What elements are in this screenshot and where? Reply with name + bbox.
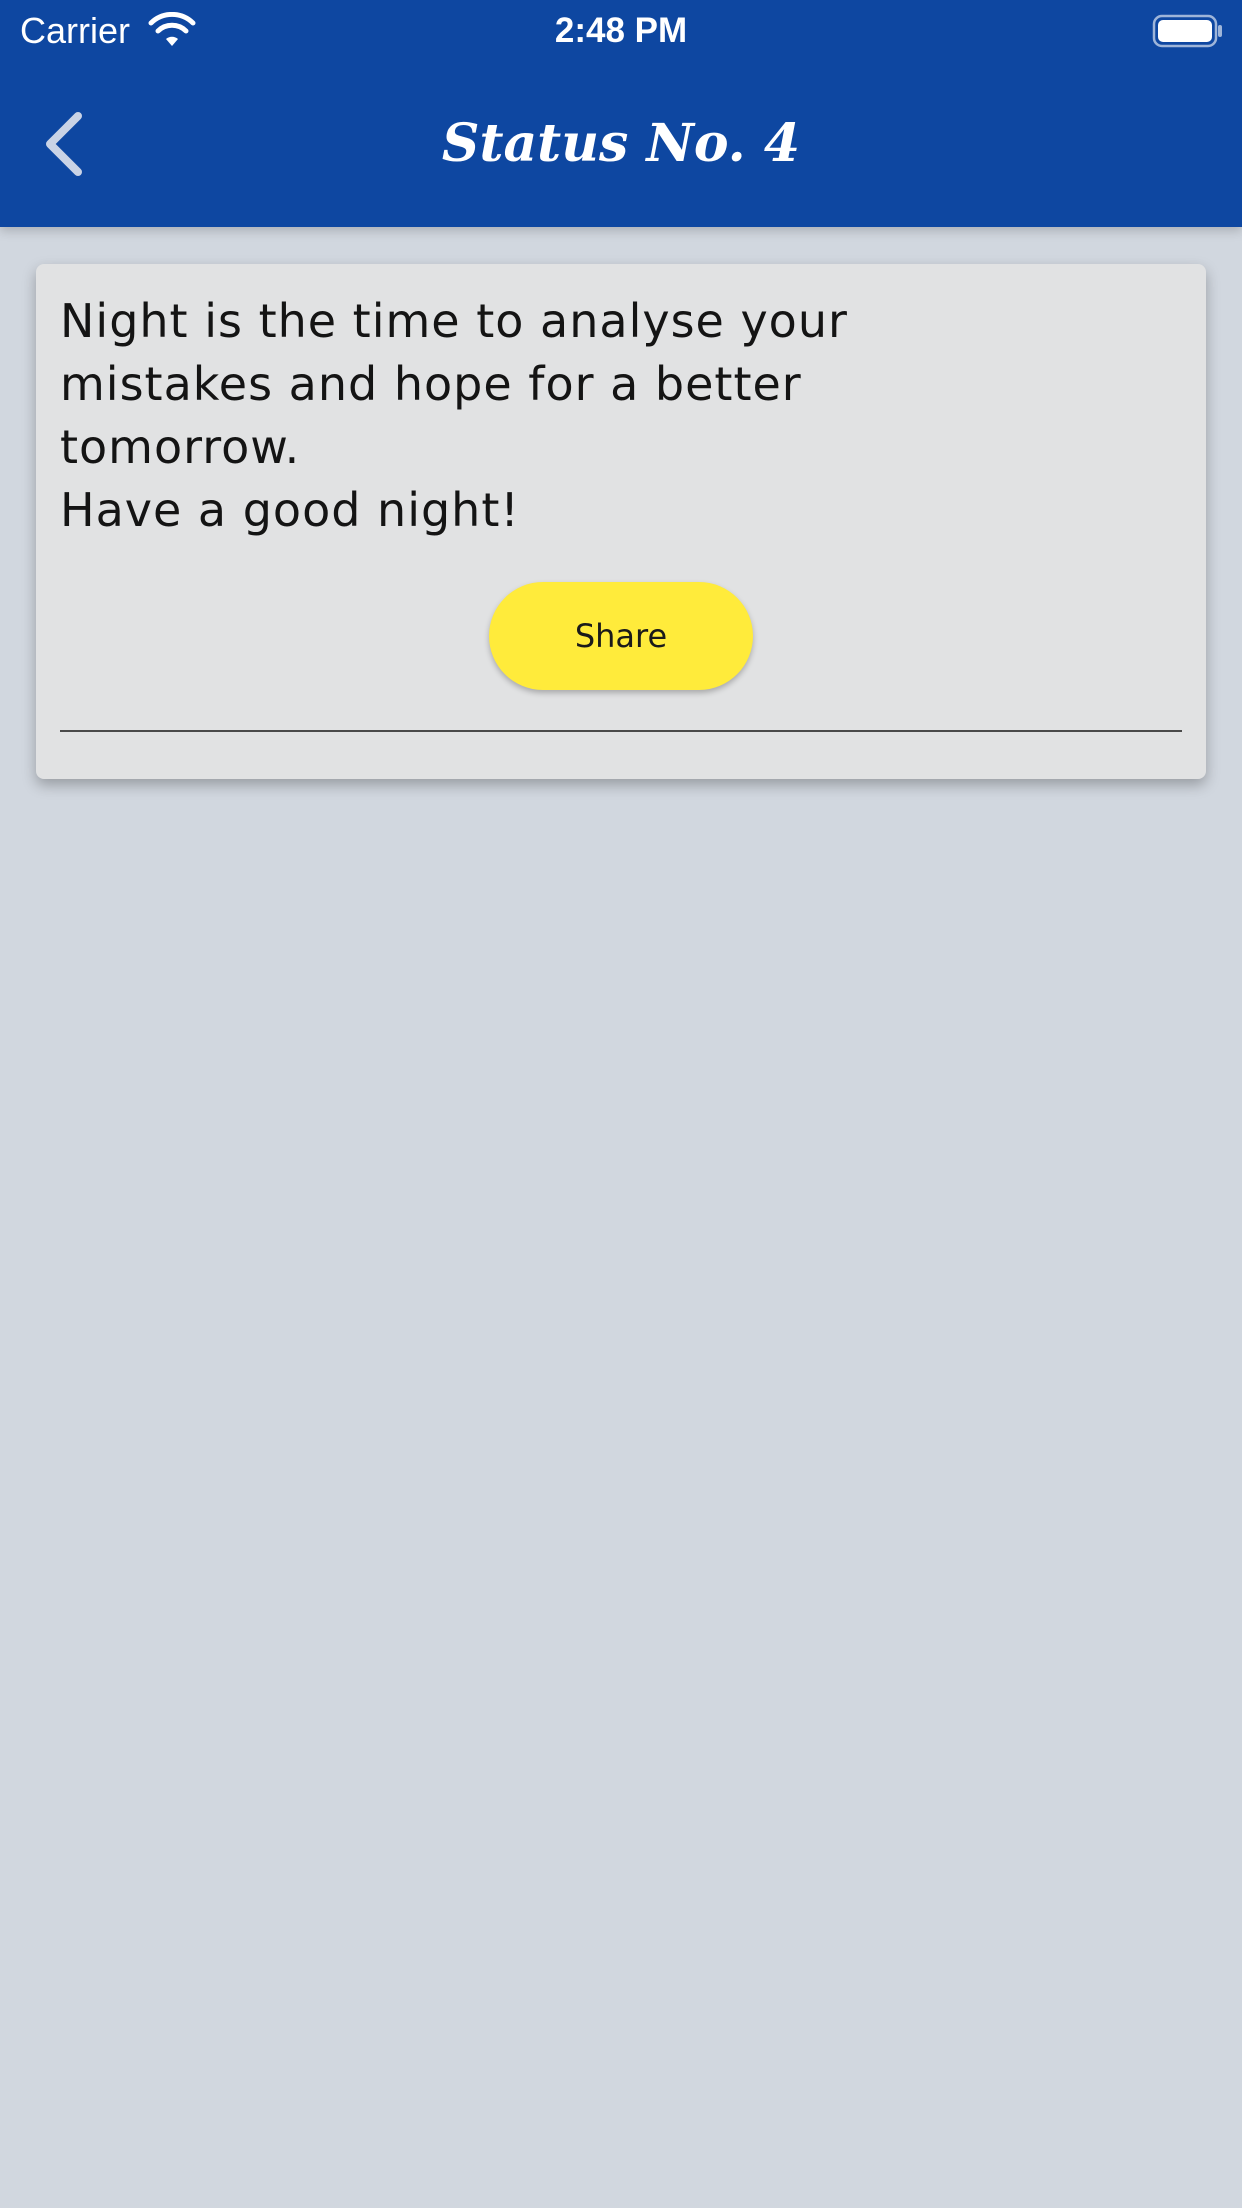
share-button[interactable]: Share — [489, 582, 753, 690]
page-title: Status No. 4 — [441, 113, 801, 174]
status-bar: Carrier 2:48 PM — [0, 0, 1242, 64]
app-header: Carrier 2:48 PM Status No. 4 — [0, 0, 1242, 227]
card-divider — [60, 730, 1182, 732]
status-card: Night is the time to analyse your mistak… — [36, 264, 1206, 779]
navigation-bar: Status No. 4 — [0, 64, 1242, 227]
battery-icon — [1152, 14, 1222, 48]
status-quote-text: Night is the time to analyse your mistak… — [60, 294, 848, 537]
status-time: 2:48 PM — [554, 11, 688, 50]
